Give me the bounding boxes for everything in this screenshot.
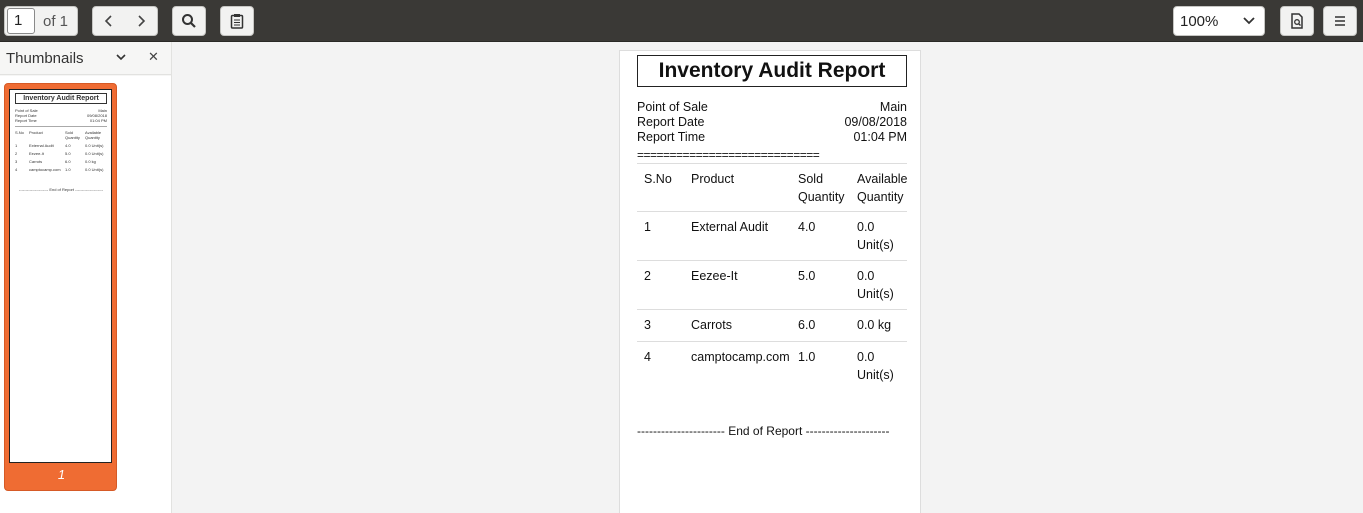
mini-table: S.No Product Sold Quantity Available Qua… (15, 130, 107, 175)
sidebar-mode-chevron-down-icon[interactable] (114, 51, 128, 63)
mini-header-cell: Available Quantity (85, 130, 102, 140)
meta-row-report-date: Report Date 09/08/2018 (637, 115, 907, 129)
meta-label: Report Time (637, 130, 706, 144)
mini-cell: 0.0 Unit(s) (85, 151, 104, 156)
cell-sold: 4.0 (798, 220, 816, 234)
mini-cell: Eezee-It (29, 151, 44, 156)
annotations-button[interactable] (220, 6, 254, 36)
cell-product: camptocamp.com (691, 350, 790, 364)
cell-product: Carrots (691, 318, 732, 332)
meta-value: 01:04 PM (853, 130, 907, 144)
cell-product: External Audit (691, 220, 769, 234)
thumbnail-page-number: 1 (57, 467, 66, 482)
cell-sno: 2 (644, 269, 651, 283)
document-page: Inventory Audit Report Point of Sale Mai… (619, 50, 921, 513)
mini-meta-row: Report Time 01:04 PM (15, 118, 107, 123)
cell-sold: 5.0 (798, 269, 816, 283)
page-navigator: 1 of 1 (4, 6, 78, 36)
meta-label: Report Date (637, 115, 705, 129)
page-number-input[interactable]: 1 (7, 8, 35, 34)
cell-available: 0.0 Unit(s) (857, 220, 894, 252)
end-of-report: ---------------------- End of Report ---… (637, 424, 890, 438)
meta-value: Main (879, 100, 907, 114)
mini-cell: 6.0 (65, 159, 71, 164)
thumbnails-sidebar: Thumbnails ✕ Inventory Audit Report Poin… (0, 42, 172, 513)
table-header-row: S.No Product Sold Quantity Available Qua… (637, 163, 908, 211)
mini-cell: 1 (15, 143, 18, 148)
cell-product: Eezee-It (691, 269, 738, 283)
mini-report: Inventory Audit Report Point of Sale Main… (15, 93, 107, 192)
meta-value: 09/08/2018 (844, 115, 907, 129)
document-search-icon (1291, 13, 1303, 29)
search-icon (182, 14, 196, 28)
mini-cell: 4.0 (65, 143, 71, 148)
report-table: S.No Product Sold Quantity Available Qua… (637, 163, 908, 389)
thumbnail-page-preview: Inventory Audit Report Point of Sale Main… (9, 89, 112, 463)
mini-cell: camptocamp.com (29, 167, 61, 172)
meta-row-point-of-sale: Point of Sale Main (637, 100, 907, 114)
page-nav-buttons (92, 6, 158, 36)
main-menu-button[interactable] (1323, 6, 1357, 36)
chevron-right-icon (138, 15, 146, 27)
page-total-label: of 1 (43, 12, 69, 30)
page-thumbnail[interactable]: Inventory Audit Report Point of Sale Main… (4, 83, 117, 491)
sidebar-close-icon[interactable]: ✕ (148, 49, 159, 65)
document-properties-button[interactable] (1280, 6, 1314, 36)
table-row: 4 camptocamp.com 1.0 0.0 Unit(s) (637, 341, 907, 389)
table-row: 1 External Audit 4.0 0.0 Unit(s) (637, 211, 907, 260)
header-sold-quantity: Sold Quantity (798, 172, 845, 204)
sidebar-title: Thumbnails (6, 50, 84, 67)
mini-end-text: ---------------------- End of Report ---… (18, 187, 104, 192)
hamburger-menu-icon (1335, 16, 1345, 26)
mini-cell: 2 (15, 151, 18, 156)
mini-cell: 1.0 (65, 167, 71, 172)
meta-row-report-time: Report Time 01:04 PM (637, 130, 907, 144)
mini-header-cell: S.No (15, 130, 24, 135)
mini-cell: Carrots (29, 159, 43, 164)
mini-cell: External Audit (29, 143, 54, 148)
table-row: 3 Carrots 6.0 0.0 kg (637, 309, 907, 341)
next-page-button[interactable] (125, 7, 157, 35)
zoom-value: 100% (1180, 12, 1219, 30)
mini-cell: 0.0 Unit(s) (85, 167, 104, 172)
cell-sno: 1 (644, 220, 651, 234)
mini-cell: 0.0 kg (85, 159, 96, 164)
thumbnail-list: Inventory Audit Report Point of Sale Main… (0, 76, 171, 513)
mini-header-cell: Sold Quantity (65, 130, 80, 140)
mini-cell: 3 (15, 159, 18, 164)
cell-available: 0.0 Unit(s) (857, 269, 894, 301)
mini-cell: 0.0 Unit(s) (85, 143, 104, 148)
header-product: Product (691, 172, 735, 186)
meta-label: Point of Sale (637, 100, 708, 114)
mini-cell: 4 (15, 167, 18, 172)
cell-sno: 3 (644, 318, 651, 332)
cell-sno: 4 (644, 350, 651, 364)
report-title: Inventory Audit Report (637, 55, 907, 87)
header-available-quantity: Available Quantity (857, 172, 908, 204)
chevron-down-icon (1243, 17, 1255, 25)
cell-sold: 1.0 (798, 350, 816, 364)
cell-sold: 6.0 (798, 318, 816, 332)
zoom-select[interactable]: 100% (1173, 6, 1265, 36)
toolbar: 1 of 1 100% (0, 0, 1363, 42)
separator-line: ============================ (637, 148, 820, 162)
mini-separator (15, 126, 107, 127)
clipboard-icon (230, 14, 244, 29)
previous-page-button[interactable] (93, 7, 125, 35)
cell-available: 0.0 kg (857, 318, 892, 332)
sidebar-header: Thumbnails ✕ (0, 42, 171, 75)
mini-title: Inventory Audit Report (15, 93, 107, 104)
mini-meta-label: Report Time (15, 118, 37, 123)
search-button[interactable] (172, 6, 206, 36)
mini-header-cell: Product (29, 130, 43, 135)
mini-meta-value: 01:04 PM (89, 118, 107, 123)
header-sno: S.No (644, 172, 672, 186)
cell-available: 0.0 Unit(s) (857, 350, 894, 382)
table-row: 2 Eezee-It 5.0 0.0 Unit(s) (637, 260, 907, 309)
mini-cell: 5.0 (65, 151, 71, 156)
chevron-left-icon (104, 15, 112, 27)
